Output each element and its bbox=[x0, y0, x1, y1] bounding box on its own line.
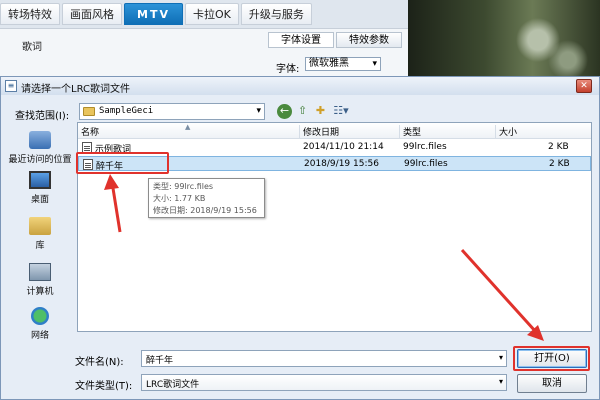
place-recent[interactable]: 最近访问的位置 bbox=[5, 131, 75, 165]
font-label: 字体: bbox=[276, 64, 300, 75]
filetype-select[interactable]: LRC歌词文件 ▾ bbox=[141, 374, 507, 391]
file-type: 99lrc.files bbox=[403, 142, 447, 152]
sort-up-icon: ▲ bbox=[185, 123, 191, 131]
close-button[interactable]: ✕ bbox=[576, 79, 592, 93]
place-network[interactable]: 网络 bbox=[5, 307, 75, 341]
cancel-button[interactable]: 取消 bbox=[517, 374, 587, 393]
column-header-type[interactable]: 类型 bbox=[400, 125, 496, 139]
column-name-label: 名称 bbox=[81, 128, 100, 138]
file-date: 2018/9/19 15:56 bbox=[304, 159, 379, 169]
file-size: 2 KB bbox=[549, 159, 570, 169]
tab-mtv[interactable]: MTV bbox=[124, 3, 183, 25]
column-header-date[interactable]: 修改日期 bbox=[300, 125, 400, 139]
place-label: 库 bbox=[35, 241, 45, 251]
dialog-titlebar[interactable]: ≡ 请选择一个LRC歌词文件 ✕ bbox=[1, 77, 599, 95]
tooltip-type: 类型: 99lrc.files bbox=[153, 182, 214, 191]
open-file-dialog: ≡ 请选择一个LRC歌词文件 ✕ 查找范围(I): SampleGeci ▾ ←… bbox=[0, 76, 600, 400]
lookin-label: 查找范围(I): bbox=[15, 111, 70, 122]
recent-places-icon bbox=[29, 131, 51, 149]
lookin-combo[interactable]: SampleGeci ▾ bbox=[79, 103, 265, 120]
tab-font-settings[interactable]: 字体设置 bbox=[268, 32, 334, 48]
place-library[interactable]: 库 bbox=[5, 217, 75, 251]
close-icon: ✕ bbox=[580, 81, 588, 91]
place-label: 网络 bbox=[30, 331, 49, 341]
font-select[interactable]: 微软雅黑 bbox=[305, 57, 381, 71]
place-desktop[interactable]: 桌面 bbox=[5, 171, 75, 205]
app-tab-bar: 转场特效 画面风格 MTV 卡拉OK 升级与服务 bbox=[0, 3, 314, 27]
computer-icon bbox=[29, 263, 51, 281]
filetype-value: LRC歌词文件 bbox=[146, 380, 200, 390]
dialog-title: 请选择一个LRC歌词文件 bbox=[21, 84, 131, 95]
desktop-icon bbox=[29, 171, 51, 189]
folder-icon bbox=[83, 107, 95, 116]
place-label: 桌面 bbox=[30, 195, 49, 205]
tab-picture-style[interactable]: 画面风格 bbox=[62, 3, 122, 25]
back-icon[interactable]: ← bbox=[277, 104, 292, 119]
file-info-tooltip: 类型: 99lrc.files 大小: 1.77 KB 修改日期: 2018/9… bbox=[148, 178, 265, 218]
filename-label: 文件名(N): bbox=[75, 357, 124, 368]
highlight-selected-file bbox=[76, 152, 169, 174]
file-type: 99lrc.files bbox=[404, 159, 448, 169]
filetype-label: 文件类型(T): bbox=[75, 381, 133, 392]
filename-value: 醉千年 bbox=[146, 356, 174, 366]
lookin-value: SampleGeci bbox=[99, 106, 154, 116]
column-header-size[interactable]: 大小 bbox=[496, 125, 591, 139]
highlight-open-button bbox=[513, 346, 590, 371]
file-date: 2014/11/10 21:14 bbox=[303, 142, 384, 152]
column-header-name[interactable]: 名称 ▲ bbox=[78, 123, 300, 139]
new-folder-icon[interactable]: ✚ bbox=[313, 104, 328, 119]
up-folder-icon[interactable]: ⇧ bbox=[295, 104, 310, 119]
tooltip-size: 大小: 1.77 KB bbox=[153, 194, 206, 203]
place-label: 计算机 bbox=[26, 287, 54, 297]
file-size: 2 KB bbox=[548, 142, 569, 152]
place-label: 最近访问的位置 bbox=[8, 155, 72, 165]
views-menu-icon[interactable]: ☷▾ bbox=[331, 104, 351, 119]
nav-toolbar: ← ⇧ ✚ ☷▾ bbox=[277, 104, 354, 119]
filename-input[interactable]: 醉千年 ▾ bbox=[141, 350, 507, 367]
dialog-app-icon: ≡ bbox=[5, 80, 17, 92]
places-bar: 最近访问的位置 桌面 库 计算机 网络 bbox=[5, 125, 75, 373]
place-computer[interactable]: 计算机 bbox=[5, 263, 75, 297]
library-icon bbox=[29, 217, 51, 235]
tab-upgrade-service[interactable]: 升级与服务 bbox=[240, 3, 312, 25]
tooltip-modified: 修改日期: 2018/9/19 15:56 bbox=[153, 206, 257, 215]
settings-subtabs: 字体设置 特效参数 bbox=[268, 32, 404, 48]
lyric-section-label: 歌词 bbox=[22, 42, 42, 53]
chevron-down-icon[interactable]: ▾ bbox=[499, 353, 503, 362]
tab-karaoke[interactable]: 卡拉OK bbox=[184, 3, 239, 25]
tab-transition-effects[interactable]: 转场特效 bbox=[0, 3, 60, 25]
list-header: 名称 ▲ 修改日期 类型 大小 bbox=[78, 123, 591, 139]
tab-effect-params[interactable]: 特效参数 bbox=[336, 32, 402, 48]
chevron-down-icon: ▾ bbox=[256, 106, 261, 116]
chevron-down-icon: ▾ bbox=[498, 377, 503, 386]
network-icon bbox=[31, 307, 49, 325]
